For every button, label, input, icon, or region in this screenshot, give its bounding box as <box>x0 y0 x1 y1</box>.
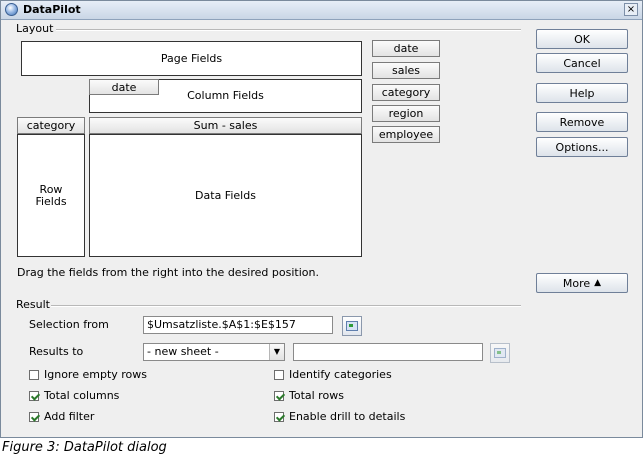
help-button[interactable]: Help <box>536 83 628 103</box>
identify-categories-checkbox[interactable]: Identify categories <box>274 368 392 381</box>
checkbox-label: Total rows <box>289 389 344 402</box>
column-fields-label: Column Fields <box>187 89 264 102</box>
results-to-label: Results to <box>29 345 84 358</box>
available-field-employee[interactable]: employee <box>372 126 440 143</box>
results-to-select[interactable]: - new sheet - ▼ <box>143 343 285 361</box>
available-field-region[interactable]: region <box>372 105 440 122</box>
checkbox-label: Add filter <box>44 410 95 423</box>
available-field-sales[interactable]: sales <box>372 62 440 79</box>
available-field-category[interactable]: category <box>372 84 440 101</box>
layout-group-label: Layout <box>16 22 54 35</box>
app-icon <box>5 3 18 16</box>
checkbox-label: Enable drill to details <box>289 410 406 423</box>
drag-hint-text: Drag the fields from the right into the … <box>17 266 319 279</box>
row-fields-area[interactable]: Row Fields <box>17 134 85 257</box>
datapilot-dialog: DataPilot × Layout Page Fields Column Fi… <box>0 0 643 438</box>
row-field-category[interactable]: category <box>17 117 85 134</box>
data-field-sum-sales[interactable]: Sum - sales <box>89 117 362 134</box>
chevron-down-icon[interactable]: ▼ <box>269 344 284 360</box>
arrow-up-icon: ▲ <box>594 278 602 288</box>
result-separator <box>51 305 521 307</box>
checkbox-box[interactable] <box>274 411 284 422</box>
layout-separator <box>56 29 521 31</box>
ok-button[interactable]: OK <box>536 29 628 49</box>
page-fields-label: Page Fields <box>160 52 223 65</box>
selection-from-label: Selection from <box>29 318 109 331</box>
checkbox-label: Ignore empty rows <box>44 368 147 381</box>
more-button[interactable]: More ▲ <box>536 273 628 293</box>
results-to-input[interactable] <box>293 343 483 361</box>
result-group-label: Result <box>16 298 50 311</box>
add-filter-checkbox[interactable]: Add filter <box>29 410 94 423</box>
enable-drill-checkbox[interactable]: Enable drill to details <box>274 410 405 423</box>
dialog-title: DataPilot <box>23 3 81 16</box>
shrink-results-button[interactable] <box>490 343 510 363</box>
ignore-empty-rows-checkbox[interactable]: Ignore empty rows <box>29 368 147 381</box>
checkbox-label: Total columns <box>44 389 120 402</box>
shrink-icon <box>346 321 358 331</box>
selection-from-input[interactable]: $Umsatzliste.$A$1:$E$157 <box>143 316 333 334</box>
shrink-icon <box>494 348 506 358</box>
total-rows-checkbox[interactable]: Total rows <box>274 389 344 402</box>
data-fields-area[interactable]: Data Fields <box>89 134 362 257</box>
checkbox-box[interactable] <box>274 390 284 401</box>
title-bar[interactable]: DataPilot × <box>1 1 642 20</box>
figure-caption: Figure 3: DataPilot dialog <box>2 440 167 455</box>
checkbox-box[interactable] <box>29 369 39 380</box>
cancel-button[interactable]: Cancel <box>536 53 628 73</box>
options-button[interactable]: Options... <box>536 137 628 157</box>
available-field-date[interactable]: date <box>372 40 440 57</box>
checkbox-box[interactable] <box>274 369 284 380</box>
page-fields-area[interactable]: Page Fields <box>21 41 362 76</box>
column-field-date[interactable]: date <box>89 79 159 95</box>
checkbox-box[interactable] <box>29 411 39 422</box>
checkbox-box[interactable] <box>29 390 39 401</box>
results-to-selected: - new sheet - <box>147 345 219 358</box>
checkbox-label: Identify categories <box>289 368 392 381</box>
shrink-selection-button[interactable] <box>342 316 362 336</box>
close-icon[interactable]: × <box>624 3 638 16</box>
row-fields-label: Row Fields <box>35 182 67 208</box>
more-button-label: More <box>562 276 591 290</box>
data-fields-label: Data Fields <box>195 189 256 202</box>
total-columns-checkbox[interactable]: Total columns <box>29 389 119 402</box>
remove-button[interactable]: Remove <box>536 112 628 132</box>
